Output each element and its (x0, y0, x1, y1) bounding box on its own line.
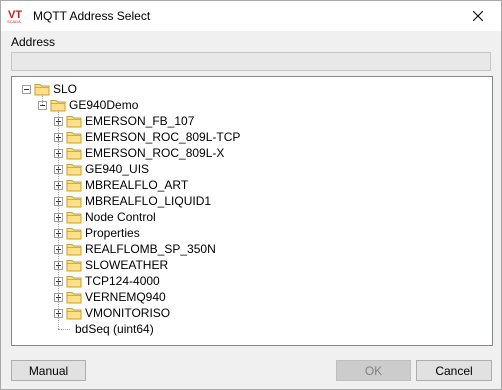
tree-node-item[interactable]: GE940_UIS (54, 161, 149, 177)
title-bar: VT SCADA MQTT Address Select (1, 1, 501, 31)
manual-button[interactable]: Manual (11, 360, 86, 381)
folder-icon (66, 180, 82, 192)
svg-text:SCADA: SCADA (7, 19, 21, 24)
cancel-button[interactable]: Cancel (416, 360, 492, 381)
tree-node-item[interactable]: EMERSON_ROC_809L-X (54, 145, 224, 161)
folder-icon (66, 276, 82, 288)
folder-icon (66, 164, 82, 176)
folder-icon (66, 260, 82, 272)
folder-icon (66, 308, 82, 320)
tree-node-item[interactable]: MBREALFLO_LIQUID1 (54, 193, 211, 209)
tree-node-item[interactable]: EMERSON_ROC_809L-TCP (54, 129, 240, 145)
folder-icon (66, 212, 82, 224)
tree-node-label: TCP124-4000 (85, 274, 160, 288)
folder-icon (66, 196, 82, 208)
folder-icon (66, 228, 82, 240)
folder-icon (66, 244, 82, 256)
mqtt-address-select-dialog: VT SCADA MQTT Address Select Address SLO… (0, 0, 502, 390)
tree-node-label: MBREALFLO_ART (85, 178, 189, 192)
tree-node-label: GE940Demo (69, 98, 139, 112)
tree-node-label: EMERSON_ROC_809L-X (85, 146, 225, 160)
close-button[interactable] (455, 1, 501, 31)
tree-node-label: Node Control (85, 210, 156, 224)
tree-node-item[interactable]: SLOWEATHER (54, 257, 168, 273)
tree-node-label: MBREALFLO_LIQUID1 (85, 194, 212, 208)
address-tree[interactable]: SLO GE940Demo EMERSON_FB_107 EMERSON_ROC_80… (11, 76, 493, 346)
tree-node-root[interactable]: SLO (22, 81, 77, 97)
window-title: MQTT Address Select (33, 9, 151, 23)
tree-node-item[interactable]: Properties (54, 225, 140, 241)
tree-node-item[interactable]: VERNEMQ940 (54, 289, 166, 305)
tree-node-label: SLOWEATHER (85, 258, 169, 272)
tree-connector-line (58, 329, 70, 330)
folder-icon (66, 292, 82, 304)
folder-icon (66, 116, 82, 128)
tree-node-item[interactable]: TCP124-4000 (54, 273, 160, 289)
tree-node-item[interactable]: EMERSON_FB_107 (54, 113, 194, 129)
tree-node-label: GE940_UIS (85, 162, 150, 176)
tree-node-item[interactable]: Node Control (54, 209, 156, 225)
tree-node-item[interactable]: REALFLOMB_SP_350N (54, 241, 216, 257)
address-field[interactable] (11, 52, 491, 71)
collapse-icon[interactable] (22, 84, 31, 94)
ok-button[interactable]: OK (336, 360, 411, 381)
tree-node-leaf[interactable]: bdSeq (uint64) (72, 321, 154, 337)
tree-node-label: EMERSON_ROC_809L-TCP (85, 130, 241, 144)
tree-connector-line (58, 110, 59, 329)
tree-node-ge940demo[interactable]: GE940Demo (38, 97, 138, 113)
tree-node-label: SLO (53, 82, 78, 96)
tree-node-label: Properties (85, 226, 140, 240)
tree-node-item[interactable]: VMONITORISO (54, 305, 170, 321)
tree-node-label: bdSeq (uint64) (75, 322, 154, 336)
folder-icon (66, 132, 82, 144)
vtscada-logo-icon: VT SCADA (7, 9, 22, 24)
tree-node-label: EMERSON_FB_107 (85, 114, 195, 128)
close-icon (473, 11, 483, 21)
tree-node-label: VERNEMQ940 (85, 290, 166, 304)
address-label: Address (11, 35, 56, 49)
tree-node-item[interactable]: MBREALFLO_ART (54, 177, 188, 193)
folder-icon (66, 148, 82, 160)
tree-connector-line (42, 94, 43, 105)
tree-node-label: VMONITORISO (85, 306, 171, 320)
tree-node-label: REALFLOMB_SP_350N (85, 242, 216, 256)
